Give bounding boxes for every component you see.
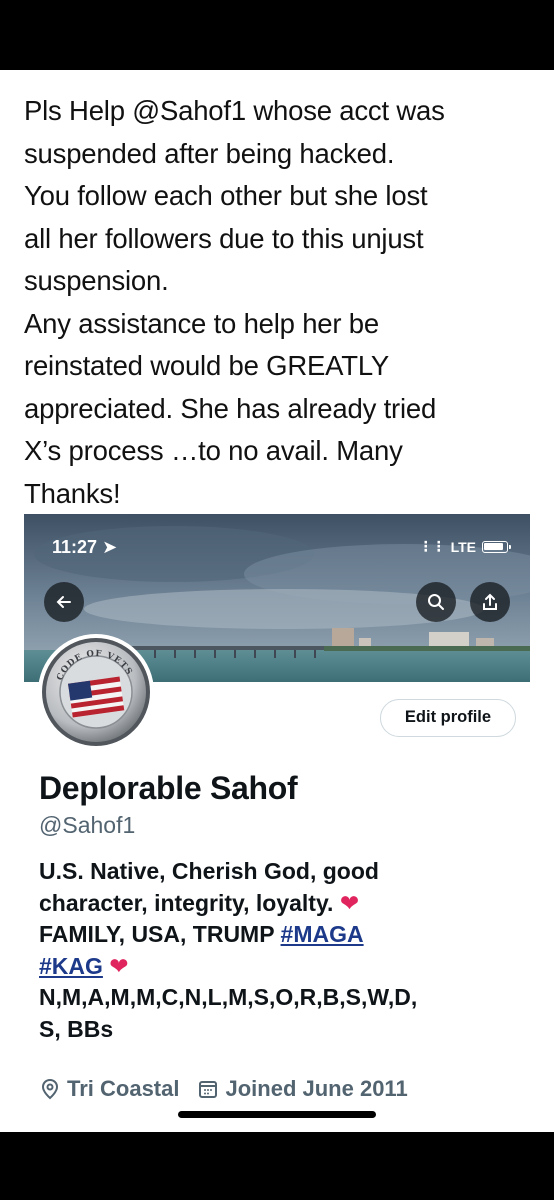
avatar[interactable]: CODE OF VETS	[38, 634, 154, 750]
display-name: Deplorable Sahof	[39, 770, 298, 806]
tweet-line: You follow each other but she lost	[24, 180, 428, 211]
tweet-line: all her followers due to this unjust	[24, 222, 424, 254]
coin-avatar-image: CODE OF VETS	[42, 638, 150, 746]
location-text: Tri Coastal	[67, 1076, 180, 1101]
bio-line: character, integrity, loyalty. ❤	[39, 888, 527, 920]
embedded-profile-screenshot: 11:27 ➤ ⋮⋮ LTE CODE OF VETS Edit profile…	[24, 514, 530, 1132]
heart-icon: ❤	[109, 952, 129, 979]
tweet-line: reinstated would be GREATLY	[24, 350, 390, 381]
arrow-left-icon	[56, 596, 71, 608]
bio-line: #KAG ❤	[39, 951, 527, 983]
page-background: Pls Help @Sahof1 whose acct was suspende…	[0, 70, 554, 1132]
calendar-icon	[199, 1081, 218, 1098]
tweet-line: Thanks!	[24, 477, 121, 509]
hashtag-link[interactable]: #KAG	[39, 953, 103, 979]
bio-line: N,M,A,M,M,C,N,L,M,S,O,R,B,S,W,D,	[39, 984, 418, 1010]
status-time: 11:27 ➤	[52, 537, 117, 558]
bio-text: character, integrity, loyalty.	[39, 889, 334, 916]
profile-meta: Tri Coastal Joined June 2011	[39, 1076, 408, 1102]
tweet-line: X’s process …to no avail. Many	[24, 435, 403, 466]
tweet-line: appreciated. She has already tried	[24, 392, 437, 424]
tweet-line: suspended after being hacked.	[24, 137, 395, 169]
home-indicator	[178, 1111, 376, 1118]
location-arrow-icon: ➤	[102, 537, 118, 557]
status-time-text: 11:27	[52, 537, 98, 557]
battery-icon	[482, 540, 511, 553]
edit-profile-button[interactable]: Edit profile	[380, 699, 516, 737]
heart-icon: ❤	[339, 889, 360, 916]
profile-bio: U.S. Native, Cherish God, good character…	[39, 856, 527, 1045]
tweet-text: Pls Help @Sahof1 whose acct was suspende…	[24, 90, 534, 515]
bio-line: U.S. Native, Cherish God, good	[39, 858, 379, 884]
status-indicators: ⋮⋮ LTE	[418, 538, 511, 555]
handle: @Sahof1	[39, 812, 136, 838]
tweet-line: suspension.	[24, 265, 169, 296]
search-button[interactable]	[416, 582, 456, 622]
joined-date: Joined June 2011	[225, 1076, 408, 1101]
location-pin-icon	[41, 1078, 59, 1100]
bio-line: FAMILY, USA, TRUMP #MAGA	[39, 919, 527, 951]
network-label: LTE	[450, 538, 476, 555]
back-button[interactable]	[44, 582, 84, 622]
signal-icon: ⋮⋮	[418, 538, 446, 554]
bio-line: S, BBs	[39, 1015, 114, 1042]
hashtag-link[interactable]: #MAGA	[281, 921, 364, 947]
share-button[interactable]	[470, 582, 510, 622]
bio-text: FAMILY, USA, TRUMP	[39, 921, 275, 947]
share-icon	[483, 593, 497, 610]
tweet-line: Any assistance to help her be	[24, 307, 379, 339]
search-icon	[428, 594, 444, 610]
tweet-line: Pls Help @Sahof1 whose acct was	[24, 95, 445, 126]
